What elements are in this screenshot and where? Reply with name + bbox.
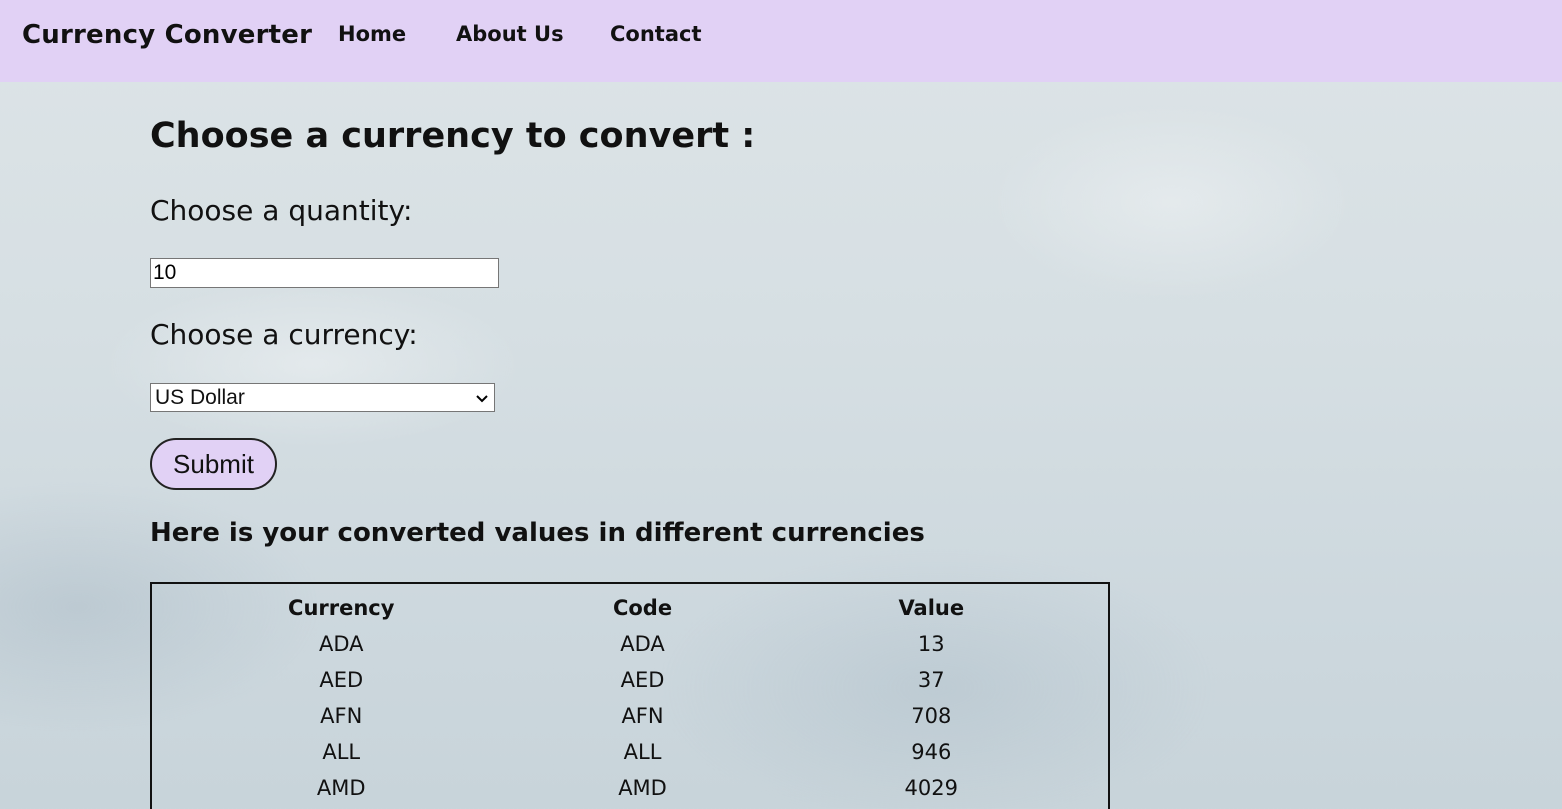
table-row: AMD AMD 4029 (152, 770, 1108, 806)
results-table: Currency Code Value ADA ADA 13 AED AED 3… (150, 582, 1110, 809)
currency-select-value: US Dollar (155, 385, 245, 409)
brand-title[interactable]: Currency Converter (22, 20, 312, 50)
cell-currency: AFN (320, 704, 363, 728)
cell-value: 946 (911, 740, 952, 764)
cell-value: 13 (917, 632, 945, 656)
results-heading: Here is your converted values in differe… (150, 518, 925, 548)
quantity-input[interactable] (150, 258, 499, 288)
cell-code: AMD (618, 776, 667, 800)
currency-label: Choose a currency: (150, 318, 418, 351)
cell-currency: ADA (318, 632, 364, 656)
column-header-currency: Currency (288, 596, 395, 620)
cell-currency: ALL (322, 740, 361, 764)
table-header-row: Currency Code Value (152, 590, 1108, 626)
cell-code: ALL (623, 740, 662, 764)
column-header-code: Code (612, 596, 673, 620)
nav-link-home[interactable]: Home (338, 22, 406, 46)
nav-link-about-us[interactable]: About Us (456, 22, 564, 46)
currency-select[interactable]: US Dollar (150, 383, 495, 412)
page-title: Choose a currency to convert : (150, 116, 756, 156)
table-row: ADA ADA 13 (152, 626, 1108, 662)
column-header-value: Value (898, 596, 965, 620)
cell-value: 37 (917, 668, 945, 692)
cell-currency: AED (319, 668, 364, 692)
table-row: AED AED 37 (152, 662, 1108, 698)
cell-code: ADA (620, 632, 665, 656)
cell-value: 4029 (904, 776, 958, 800)
nav-link-contact[interactable]: Contact (610, 22, 702, 46)
top-navbar: Currency Converter Home About Us Contact (0, 0, 1562, 82)
submit-button[interactable]: Submit (150, 438, 277, 490)
cell-currency: AMD (316, 776, 366, 800)
table-row: AFN AFN 708 (152, 698, 1108, 734)
table-row: ALL ALL 946 (152, 734, 1108, 770)
cell-code: AFN (621, 704, 664, 728)
quantity-label: Choose a quantity: (150, 194, 413, 227)
chevron-down-icon (476, 390, 488, 406)
cell-value: 708 (911, 704, 952, 728)
cell-code: AED (620, 668, 665, 692)
